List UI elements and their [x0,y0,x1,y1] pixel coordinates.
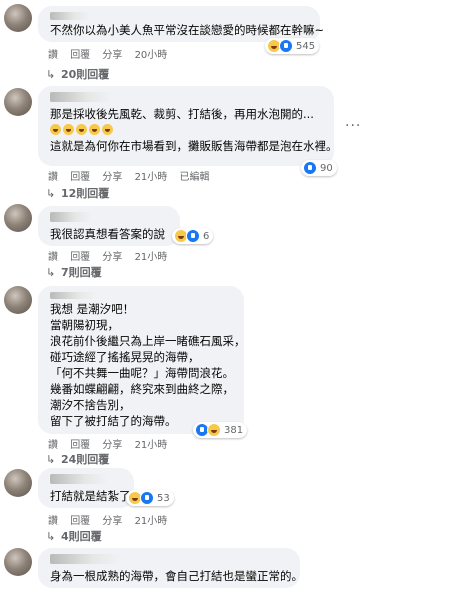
comment-bubble: 我想 是潮汐吧！ 當朝陽初現， 浪花前仆後繼只為上岸一睹礁石風采， 碰巧途經了搖… [38,286,246,434]
comment-actions: 讚 回覆 分享 21小時 [48,436,176,451]
comment-bubble: 不然你以為小美人魚平常沒在談戀愛的時候都在幹嘛~ [38,6,325,42]
reply-button[interactable]: 回覆 [70,516,90,527]
commenter-name[interactable] [50,212,92,222]
avatar[interactable] [4,548,32,576]
comment-text: 「何不共舞一曲呢？」海帶問浪花。 [50,366,234,380]
timestamp[interactable]: 21小時 [135,440,168,451]
reply-arrow-icon: ↳ [46,187,56,200]
commenter-name[interactable] [50,12,90,20]
like-icon [279,39,293,53]
timestamp[interactable]: 21小時 [135,252,168,263]
reply-button[interactable]: 回覆 [70,440,90,451]
comment-actions: 讚 回覆 分享 21小時 已編輯 [48,168,218,183]
reaction-summary[interactable]: 53 [126,490,174,506]
comment-bubble: 我很認真想看答案的說 [38,206,180,246]
reply-arrow-icon: ↳ [46,68,56,81]
comment-bubble: 那是採收後先風乾、裁剪、打結後，再用水泡開的... 這就是為何你在市場看到，攤販… [38,86,338,166]
comment-actions: 讚 回覆 分享 20小時 [48,46,176,61]
comment-actions: 讚 回覆 分享 21小時 [48,248,176,263]
avatar[interactable] [4,286,32,314]
comment-text: 浪花前仆後繼只為上岸一睹礁石風采， [50,334,246,348]
laughing-emoji-icon [76,124,87,135]
like-icon [186,229,200,243]
more-options-icon[interactable]: ··· [345,118,361,134]
commenter-name[interactable] [50,92,112,102]
comment-text: 那是採收後先風乾、裁剪、打結後，再用水泡開的... [50,107,314,121]
like-button[interactable]: 讚 [48,172,58,183]
like-button[interactable]: 讚 [48,516,58,527]
timestamp[interactable]: 21小時 [135,172,168,183]
timestamp[interactable]: 21小時 [135,516,168,527]
reaction-summary[interactable]: 6 [172,228,214,244]
like-button[interactable]: 讚 [48,252,58,263]
emoji-line [50,122,322,138]
comment-actions: 讚 回覆 分享 21小時 [48,512,176,527]
like-icon [303,161,317,175]
commenter-name[interactable] [50,554,120,564]
reaction-summary[interactable]: 90 [301,160,337,176]
edited-label: 已編輯 [179,172,210,183]
avatar[interactable] [4,4,32,32]
avatar[interactable] [4,204,32,232]
comment-text: 幾番如蝶翩翩，終究來到曲終之際， [50,382,234,396]
view-replies-link[interactable]: ↳ 4則回覆 [46,528,102,544]
avatar[interactable] [4,469,32,497]
reply-button[interactable]: 回覆 [70,50,90,61]
view-replies-link[interactable]: ↳ 24則回覆 [46,451,109,467]
comment-text: 我很認真想看答案的說 [50,227,165,241]
comment-text: 身為一根成熟的海帶，會自己打結也是蠻正常的。 [50,569,303,583]
comment-text: 這就是為何你在市場看到，攤販販售海帶都是泡在水裡。 [50,139,338,153]
avatar[interactable] [4,88,32,116]
view-replies-link[interactable]: ↳ 20則回覆 [46,66,109,82]
commenter-name[interactable] [50,292,96,299]
reply-arrow-icon: ↳ [46,530,56,543]
reaction-summary[interactable]: 545 [265,38,320,54]
view-replies-link[interactable]: ↳ 12則回覆 [46,185,109,201]
comment-text: 碰巧途經了搖搖晃晃的海帶， [50,350,200,364]
comment-text: 我想 是潮汐吧！ [50,302,135,316]
share-button[interactable]: 分享 [102,516,122,527]
haha-icon [207,423,221,437]
timestamp[interactable]: 20小時 [135,50,168,61]
share-button[interactable]: 分享 [102,252,122,263]
share-button[interactable]: 分享 [102,50,122,61]
comment-bubble: 身為一根成熟的海帶，會自己打結也是蠻正常的。 [38,548,303,588]
reply-arrow-icon: ↳ [46,266,56,279]
laughing-emoji-icon [89,124,100,135]
comment-text: 當朝陽初現， [50,318,119,332]
comment-bubble: 打結就是結紮了 [38,468,134,508]
view-replies-link[interactable]: ↳ 7則回覆 [46,264,102,280]
laughing-emoji-icon [102,124,113,135]
reply-button[interactable]: 回覆 [70,252,90,263]
reply-arrow-icon: ↳ [46,453,56,466]
like-button[interactable]: 讚 [48,50,58,61]
share-button[interactable]: 分享 [102,172,122,183]
laughing-emoji-icon [50,124,61,135]
comment-text: 潮汐不捨告別， [50,398,131,412]
reply-button[interactable]: 回覆 [70,172,90,183]
share-button[interactable]: 分享 [102,440,122,451]
commenter-name[interactable] [50,474,108,484]
like-icon [140,491,154,505]
reaction-summary[interactable]: 381 [193,422,248,438]
laughing-emoji-icon [63,124,74,135]
comment-text: 打結就是結紮了 [50,489,131,503]
comment-text: 不然你以為小美人魚平常沒在談戀愛的時候都在幹嘛~ [50,23,325,37]
like-button[interactable]: 讚 [48,440,58,451]
